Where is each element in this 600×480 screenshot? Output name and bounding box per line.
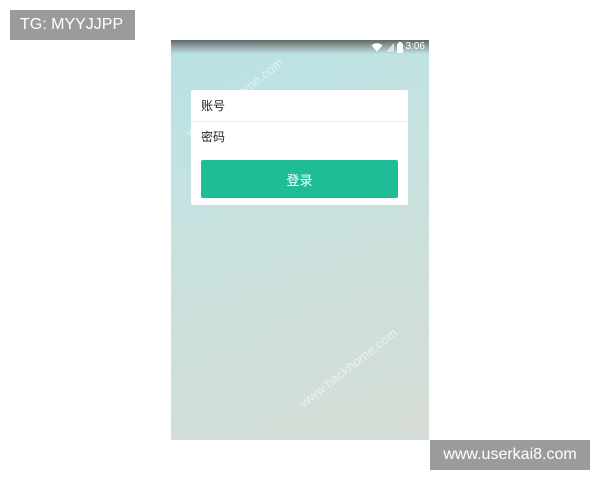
signal-icon: [385, 43, 394, 52]
status-icons: 3:06: [371, 40, 425, 54]
status-bar: 3:06: [171, 40, 429, 54]
wifi-icon: [371, 43, 383, 52]
battery-icon: [396, 41, 403, 53]
screenshot-canvas: TG: MYYJJPP 3:06 www.hackhome.com www.ha…: [0, 0, 600, 480]
site-label-badge: www.userkai8.com: [430, 440, 590, 470]
account-input[interactable]: [191, 91, 408, 121]
password-input[interactable]: [191, 122, 408, 152]
login-card: 登录: [191, 90, 408, 205]
watermark-bottom: www.hackhome.com: [297, 324, 401, 411]
tg-label-badge: TG: MYYJJPP: [10, 10, 135, 40]
status-time: 3:06: [405, 41, 425, 52]
phone-screen: 3:06 www.hackhome.com www.hackhome.com 登…: [171, 40, 429, 440]
login-button[interactable]: 登录: [201, 160, 398, 198]
